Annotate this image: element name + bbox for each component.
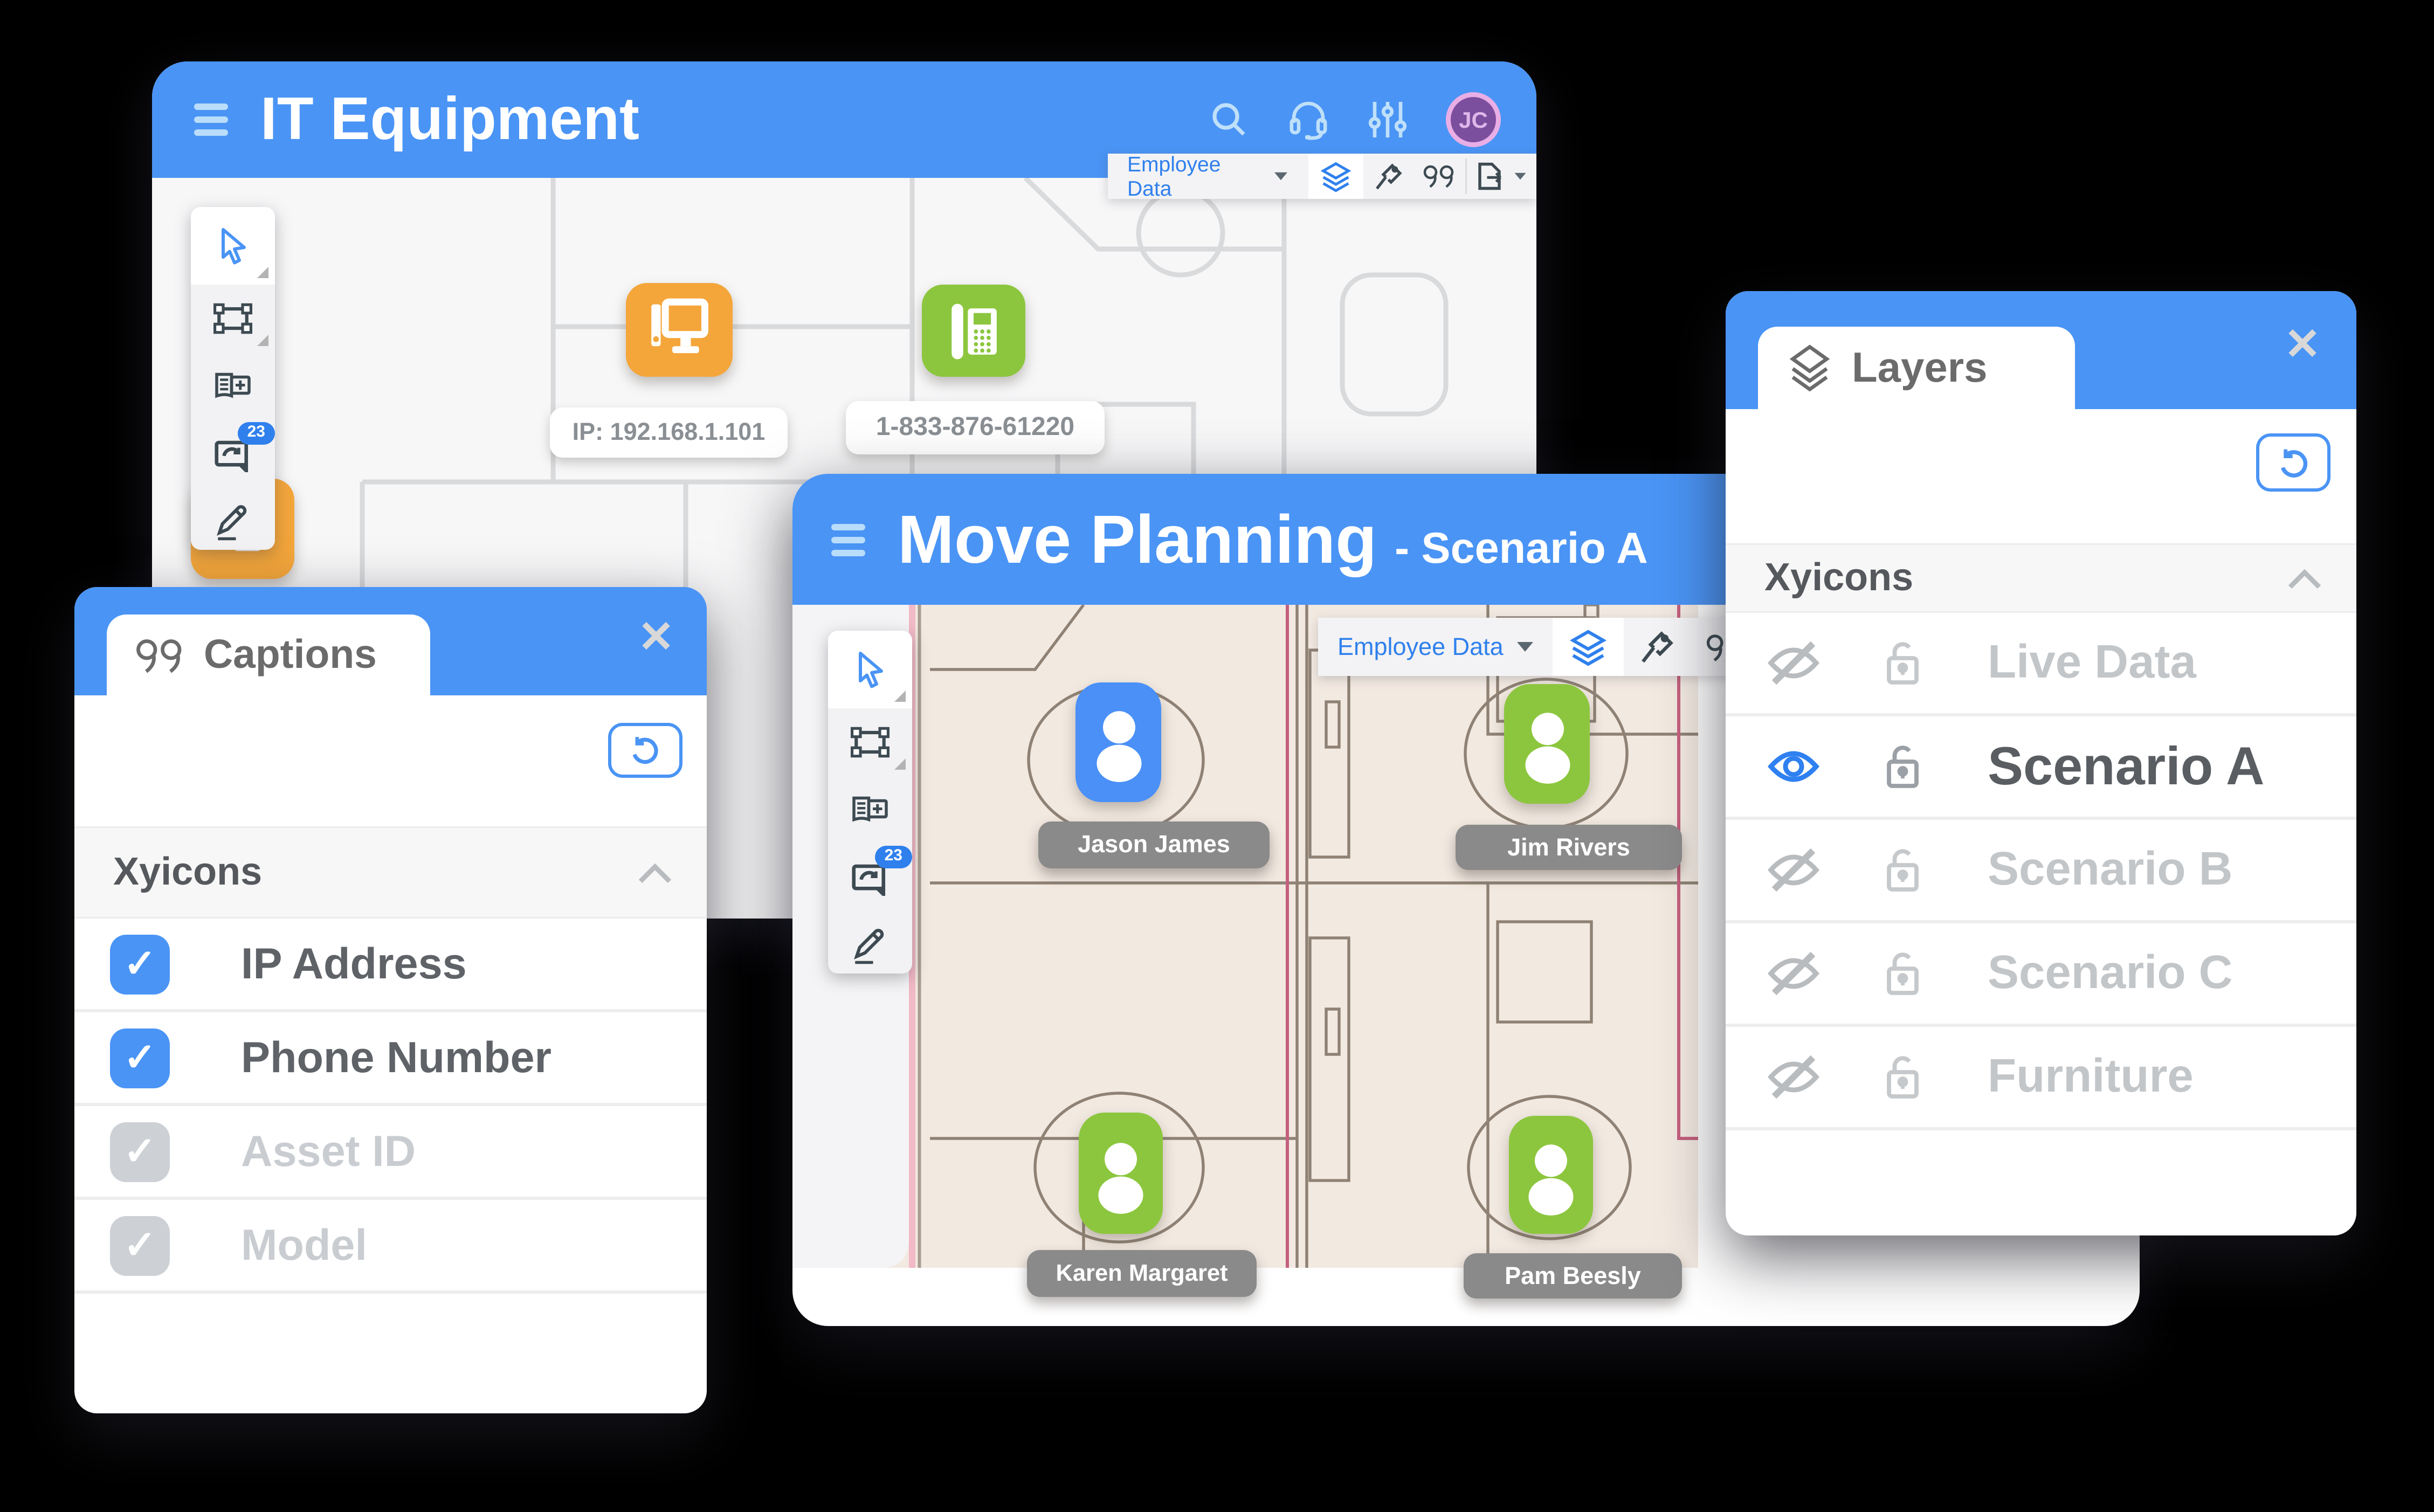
layer-row-furniture: Furniture xyxy=(1726,1027,2356,1130)
employee-name-tag: Pam Beesly xyxy=(1464,1253,1682,1299)
layers-tab[interactable]: Layers xyxy=(1758,327,2075,409)
markup-pencil-tool[interactable] xyxy=(191,488,275,550)
checkbox-checked-icon[interactable]: ✓ xyxy=(110,934,170,994)
layers-section-header[interactable]: Xyicons xyxy=(1726,543,2356,613)
caption-row-model: ✓ Model xyxy=(74,1200,707,1294)
select-tool[interactable] xyxy=(191,207,275,285)
it-window-title: IT Equipment xyxy=(260,86,639,154)
menu-icon[interactable] xyxy=(831,523,865,556)
filters-icon[interactable] xyxy=(1368,99,1407,141)
layers-stack-icon xyxy=(1787,344,1832,392)
employee-xyicon-karen-margaret[interactable] xyxy=(1079,1113,1163,1234)
eye-off-icon[interactable] xyxy=(1764,949,1823,998)
undo-button[interactable] xyxy=(608,723,682,778)
avatar[interactable]: JC xyxy=(1446,92,1501,147)
caption-row-phone-number: ✓ Phone Number xyxy=(74,1012,707,1106)
computer-xyicon[interactable] xyxy=(626,283,733,377)
eye-off-icon[interactable] xyxy=(1764,639,1823,687)
caption-row-asset-id: ✓ Asset ID xyxy=(74,1106,707,1200)
support-headset-icon[interactable] xyxy=(1287,99,1329,141)
requests-count-badge: 23 xyxy=(875,846,912,868)
markup-pencil-tool[interactable] xyxy=(828,912,912,974)
move-window-subtitle: - Scenario A xyxy=(1395,523,1648,574)
chevron-down-icon xyxy=(1516,642,1533,652)
layer-row-live-data: Live Data xyxy=(1726,613,2356,716)
data-source-dropdown[interactable]: Employee Data xyxy=(1318,618,1552,676)
close-icon[interactable]: ✕ xyxy=(2284,323,2321,367)
format-painter-icon[interactable] xyxy=(1363,154,1414,199)
section-title: Xyicons xyxy=(113,850,262,895)
tool-flyout-marker xyxy=(257,267,268,278)
unlock-icon[interactable] xyxy=(1881,949,1923,998)
export-menu-button[interactable] xyxy=(1467,154,1536,199)
eye-off-icon[interactable] xyxy=(1764,846,1823,894)
chevron-up-icon[interactable] xyxy=(2285,567,2324,590)
catalog-add-tool[interactable] xyxy=(191,353,275,420)
marquee-select-tool[interactable] xyxy=(191,285,275,353)
unlock-icon[interactable] xyxy=(1881,1053,1923,1101)
captions-tab[interactable]: Captions xyxy=(107,615,430,695)
layers-toggle-button[interactable] xyxy=(1308,154,1363,199)
layer-row-scenario-c: Scenario C xyxy=(1726,923,2356,1027)
marquee-select-tool[interactable] xyxy=(828,708,912,776)
refresh-requests-tool[interactable]: 23 xyxy=(828,844,912,912)
captions-toggle-icon[interactable] xyxy=(1414,154,1465,199)
select-tool[interactable] xyxy=(828,631,912,708)
move-window-title: Move Planning xyxy=(898,501,1377,578)
checkbox-disabled-icon[interactable]: ✓ xyxy=(110,1122,170,1182)
layer-row-scenario-a: Scenario A xyxy=(1726,716,2356,820)
employee-xyicon-pam-beesly[interactable] xyxy=(1509,1116,1593,1234)
format-painter-icon[interactable] xyxy=(1623,618,1691,676)
captions-tab-label: Captions xyxy=(204,632,377,679)
unlock-icon[interactable] xyxy=(1881,742,1923,791)
close-icon[interactable]: ✕ xyxy=(638,616,674,660)
search-icon[interactable] xyxy=(1210,100,1249,139)
layers-toggle-button[interactable] xyxy=(1552,618,1623,676)
employee-xyicon-jim-rivers[interactable] xyxy=(1504,684,1590,804)
layers-tab-label: Layers xyxy=(1852,343,1988,393)
phone-xyicon[interactable] xyxy=(922,285,1025,377)
requests-count-badge: 23 xyxy=(238,422,275,445)
menu-icon[interactable] xyxy=(194,103,228,136)
section-title: Xyicons xyxy=(1764,556,1913,601)
unlock-icon[interactable] xyxy=(1881,846,1923,894)
checkbox-checked-icon[interactable]: ✓ xyxy=(110,1028,170,1088)
data-source-dropdown[interactable]: Employee Data xyxy=(1108,154,1308,199)
layers-panel: Layers ✕ Xyicons xyxy=(1726,291,2356,1235)
eye-visible-icon[interactable] xyxy=(1764,742,1823,791)
refresh-requests-tool[interactable]: 23 xyxy=(191,420,275,488)
eye-off-icon[interactable] xyxy=(1764,1053,1823,1101)
move-tool-palette: 23 xyxy=(828,631,912,974)
employee-name-tag: Karen Margaret xyxy=(1027,1250,1257,1297)
chevron-up-icon[interactable] xyxy=(636,861,674,884)
tool-flyout-marker xyxy=(257,335,268,346)
employee-name-tag: Jason James xyxy=(1038,821,1270,868)
undo-icon xyxy=(2275,444,2312,481)
caption-row-ip-address: ✓ IP Address xyxy=(74,919,707,1012)
it-tool-palette: 23 xyxy=(191,207,275,550)
xyicon-caption: 1-833-876-61220 xyxy=(846,401,1105,454)
captions-panel: Captions ✕ Xyicons ✓ IP Address ✓ Phone … xyxy=(74,587,707,1413)
employee-xyicon-jason-james[interactable] xyxy=(1075,682,1161,802)
stage: IT Equipment xyxy=(0,0,2434,1512)
chevron-down-icon xyxy=(1274,172,1287,180)
undo-button[interactable] xyxy=(2256,433,2330,492)
catalog-add-tool[interactable] xyxy=(828,776,912,844)
captions-quote-icon xyxy=(136,637,184,674)
layer-row-scenario-b: Scenario B xyxy=(1726,820,2356,923)
undo-icon xyxy=(628,733,663,768)
xyicon-caption: IP: 192.168.1.101 xyxy=(550,408,788,458)
checkbox-disabled-icon[interactable]: ✓ xyxy=(110,1216,170,1275)
unlock-icon[interactable] xyxy=(1881,639,1923,687)
employee-name-tag: Jim Rivers xyxy=(1456,825,1682,870)
it-mini-toolbar: Employee Data xyxy=(1108,154,1536,199)
captions-section-header[interactable]: Xyicons xyxy=(74,826,707,919)
